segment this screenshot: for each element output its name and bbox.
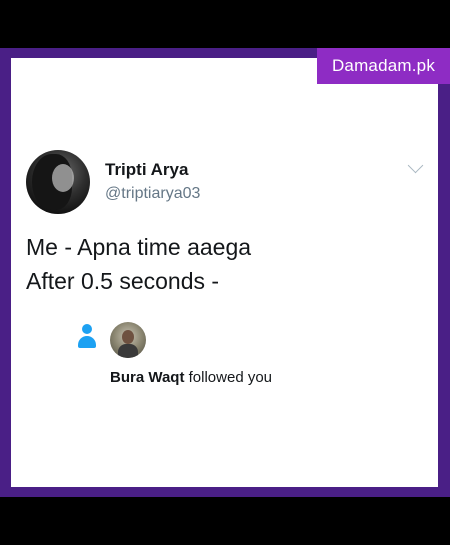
follow-notification: Bura Waqt followed you: [110, 369, 272, 386]
follow-action-text: followed you: [188, 369, 273, 386]
follower-avatar[interactable]: [110, 322, 146, 358]
tweet-text-line-2: After 0.5 seconds -: [26, 268, 220, 294]
avatar-face-shape: [52, 164, 74, 192]
tweet-text-line-1: Me - Apna time aaega: [26, 234, 252, 260]
author-handle[interactable]: @triptiarya03: [105, 185, 200, 203]
top-letterbox: [0, 0, 450, 48]
bottom-letterbox: [0, 497, 450, 545]
follower-name[interactable]: Bura Waqt: [110, 369, 184, 386]
author-avatar[interactable]: [26, 150, 90, 214]
person-icon-body: [78, 336, 96, 348]
follower-avatar-body: [118, 344, 138, 358]
person-icon-head: [82, 324, 92, 334]
watermark-label: Damadam.pk: [317, 48, 450, 84]
person-icon: [78, 324, 96, 350]
author-name[interactable]: Tripti Arya: [105, 160, 188, 180]
follower-avatar-head: [122, 330, 134, 344]
